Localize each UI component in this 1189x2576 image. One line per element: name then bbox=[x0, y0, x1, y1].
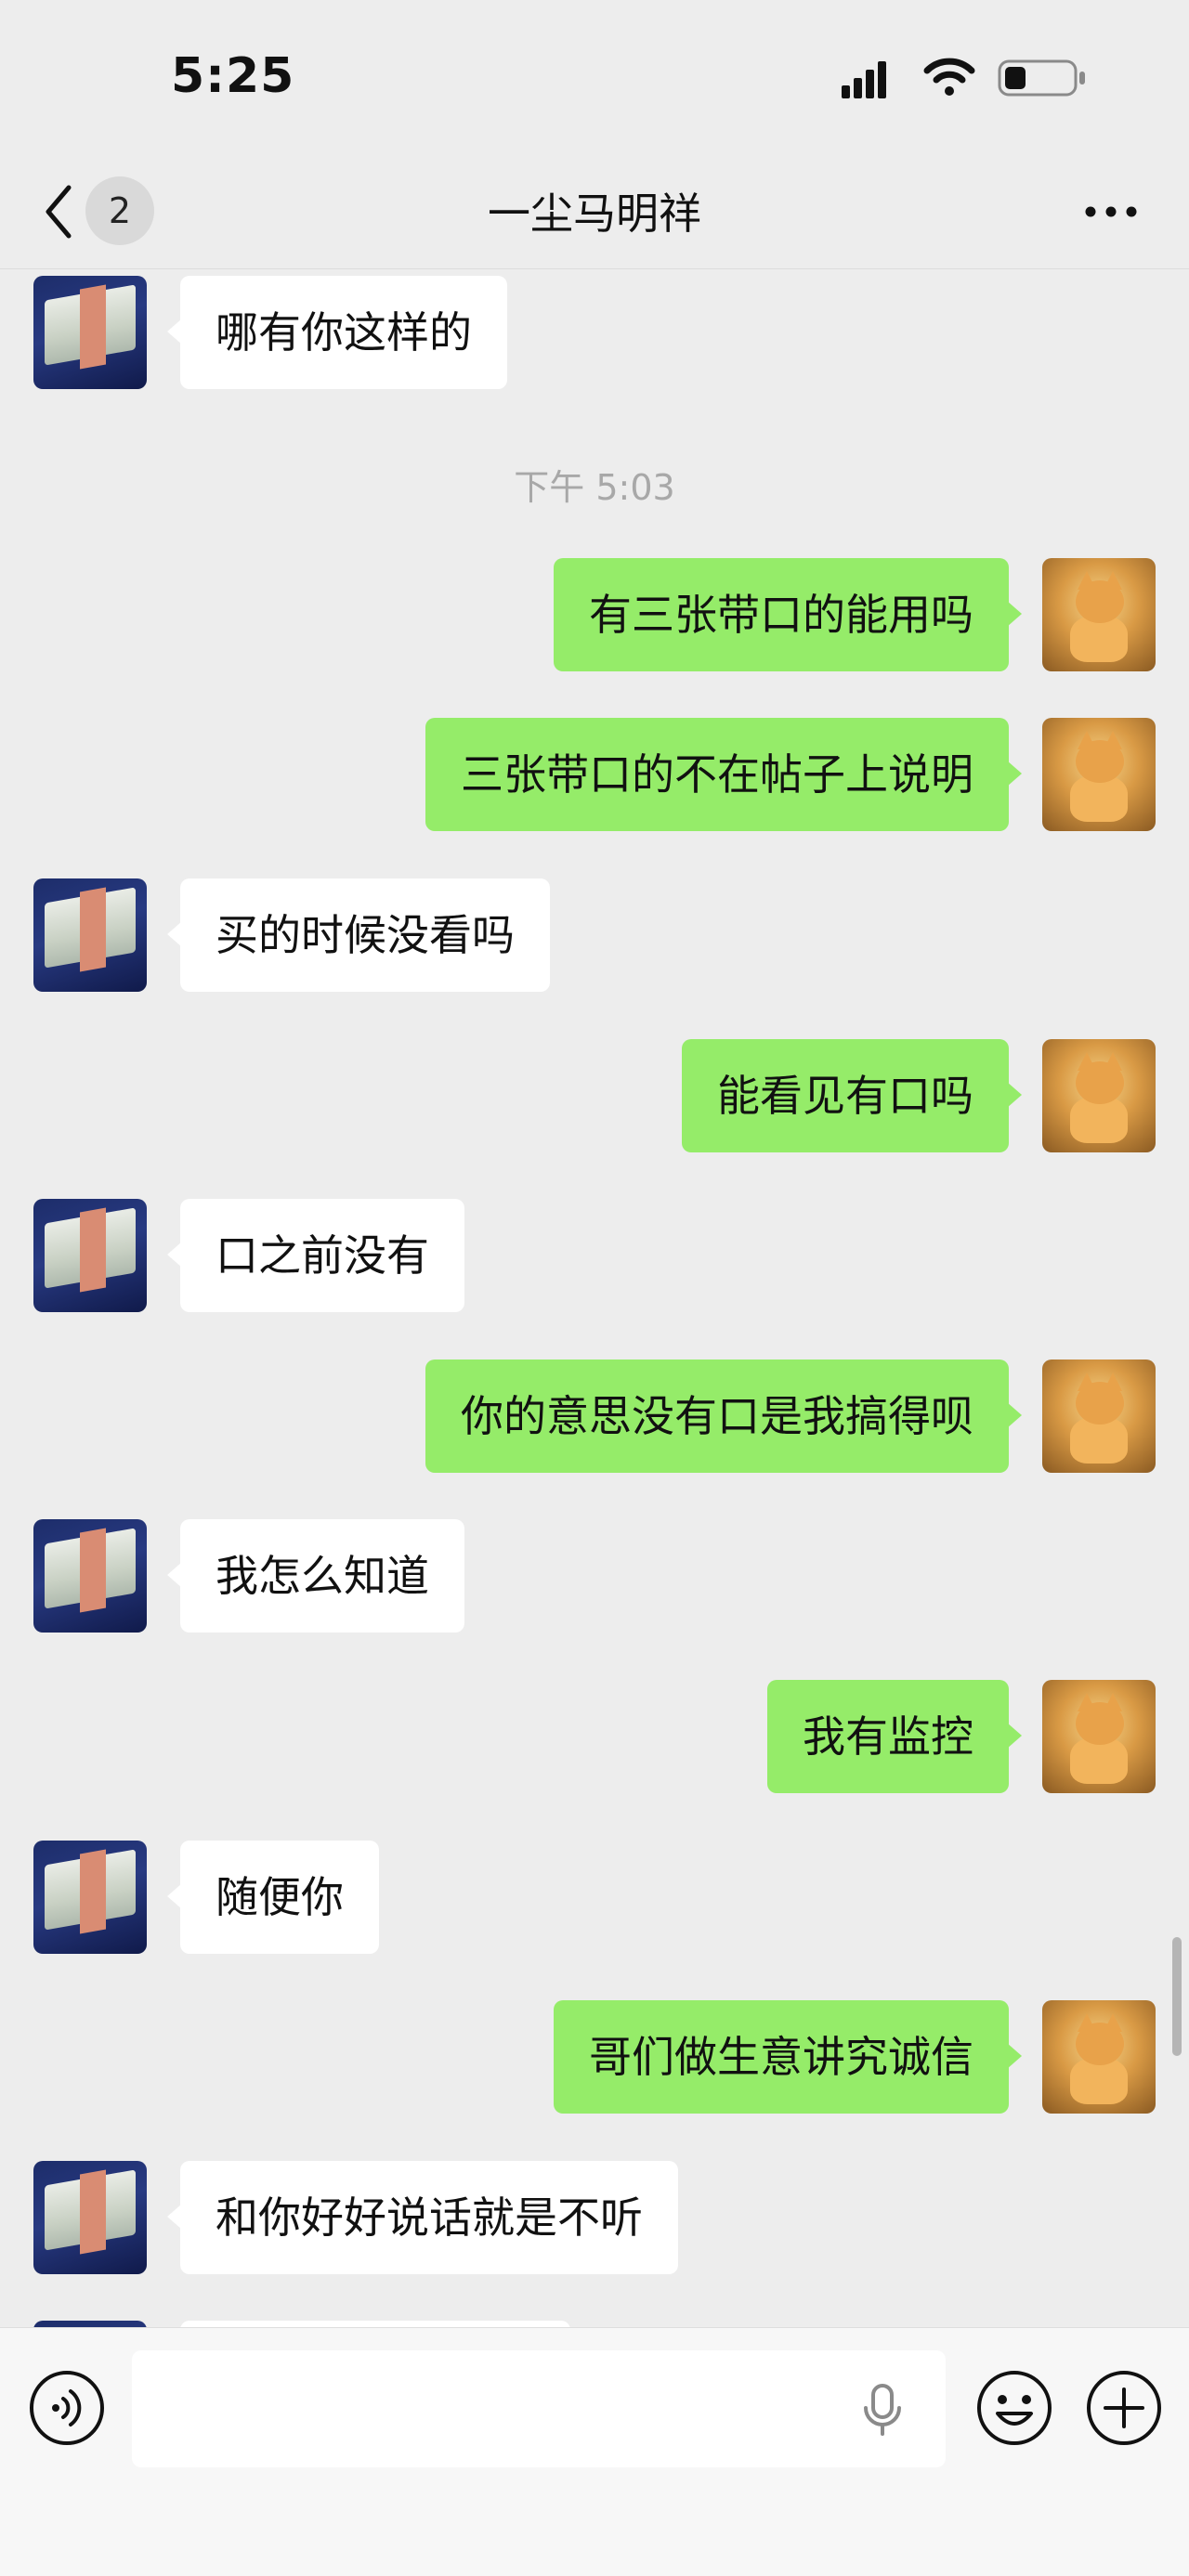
my-avatar[interactable] bbox=[1042, 1680, 1156, 1793]
chat-title: 一尘马明祥 bbox=[488, 189, 701, 239]
message-outgoing: 能看见有口吗 bbox=[0, 1039, 1189, 1152]
more-icon[interactable] bbox=[1083, 202, 1139, 225]
battery-icon bbox=[998, 59, 1087, 100]
message-outgoing: 三张带口的不在帖子上说明 bbox=[0, 718, 1189, 831]
voice-icon[interactable] bbox=[28, 2369, 106, 2451]
status-bar: 5:25 bbox=[0, 0, 1189, 158]
contact-avatar[interactable] bbox=[33, 276, 147, 389]
contact-avatar[interactable] bbox=[33, 878, 147, 992]
message-bubble[interactable]: 哥们做生意讲究诚信 bbox=[554, 2000, 1022, 2114]
message-bubble[interactable]: 有三张带口的能用吗 bbox=[554, 558, 1022, 671]
nav-bar: 2 一尘马明祥 bbox=[0, 158, 1189, 269]
input-bar bbox=[0, 2327, 1189, 2576]
message-bubble[interactable]: 你的意思没有口是我搞得呗 bbox=[425, 1360, 1022, 1473]
contact-avatar[interactable] bbox=[33, 2321, 147, 2327]
message-bubble[interactable]: 和你好好说话就是不听 bbox=[167, 2161, 678, 2274]
message-bubble[interactable]: 能看见有口吗 bbox=[682, 1039, 1022, 1152]
message-bubble[interactable]: 我有监控 bbox=[767, 1680, 1022, 1793]
message-input[interactable] bbox=[132, 2350, 946, 2467]
message-incoming: 口之前没有 bbox=[0, 1199, 1189, 1312]
contact-avatar[interactable] bbox=[33, 1519, 147, 1633]
contact-avatar[interactable] bbox=[33, 1841, 147, 1954]
message-timestamp: 下午 5:03 bbox=[514, 467, 675, 508]
message-incoming: 买的时候没看吗 bbox=[0, 878, 1189, 992]
message-incoming: 哪有你这样的 bbox=[0, 276, 1189, 389]
my-avatar[interactable] bbox=[1042, 2000, 1156, 2114]
emoji-icon[interactable] bbox=[975, 2369, 1053, 2451]
message-incoming: 随便你 bbox=[0, 1841, 1189, 1954]
mic-icon[interactable] bbox=[860, 2384, 905, 2441]
chat-scrollbar[interactable] bbox=[1172, 1937, 1182, 2056]
my-avatar[interactable] bbox=[1042, 558, 1156, 671]
wifi-icon bbox=[923, 56, 975, 100]
message-bubble[interactable]: 哪有你这样的 bbox=[167, 276, 507, 389]
contact-avatar[interactable] bbox=[33, 1199, 147, 1312]
message-outgoing: 有三张带口的能用吗 bbox=[0, 558, 1189, 671]
message-bubble[interactable]: 三张带口的不在帖子上说明 bbox=[425, 718, 1022, 831]
message-outgoing: 你的意思没有口是我搞得呗 bbox=[0, 1360, 1189, 1473]
message-bubble[interactable]: 随便你 bbox=[167, 1841, 379, 1954]
my-avatar[interactable] bbox=[1042, 718, 1156, 831]
my-avatar[interactable] bbox=[1042, 1360, 1156, 1473]
plus-icon[interactable] bbox=[1085, 2369, 1163, 2451]
message-bubble[interactable]: 我怎么知道 bbox=[167, 1519, 464, 1633]
message-bubble[interactable] bbox=[180, 2321, 570, 2327]
message-outgoing: 我有监控 bbox=[0, 1680, 1189, 1793]
message-outgoing: 哥们做生意讲究诚信 bbox=[0, 2000, 1189, 2114]
contact-avatar[interactable] bbox=[33, 2161, 147, 2274]
message-incoming: 和你好好说话就是不听 bbox=[0, 2161, 1189, 2274]
my-avatar[interactable] bbox=[1042, 1039, 1156, 1152]
status-time: 5:25 bbox=[171, 48, 295, 104]
message-incoming-partial bbox=[0, 2321, 1189, 2327]
signal-icon bbox=[842, 61, 888, 102]
message-incoming: 我怎么知道 bbox=[0, 1519, 1189, 1633]
message-bubble[interactable]: 买的时候没看吗 bbox=[167, 878, 550, 992]
chat-area[interactable]: 哪有你这样的 下午 5:03 有三张带口的能用吗 三张带口的不在帖子上说明 买的… bbox=[0, 270, 1189, 2327]
message-bubble[interactable]: 口之前没有 bbox=[167, 1199, 464, 1312]
